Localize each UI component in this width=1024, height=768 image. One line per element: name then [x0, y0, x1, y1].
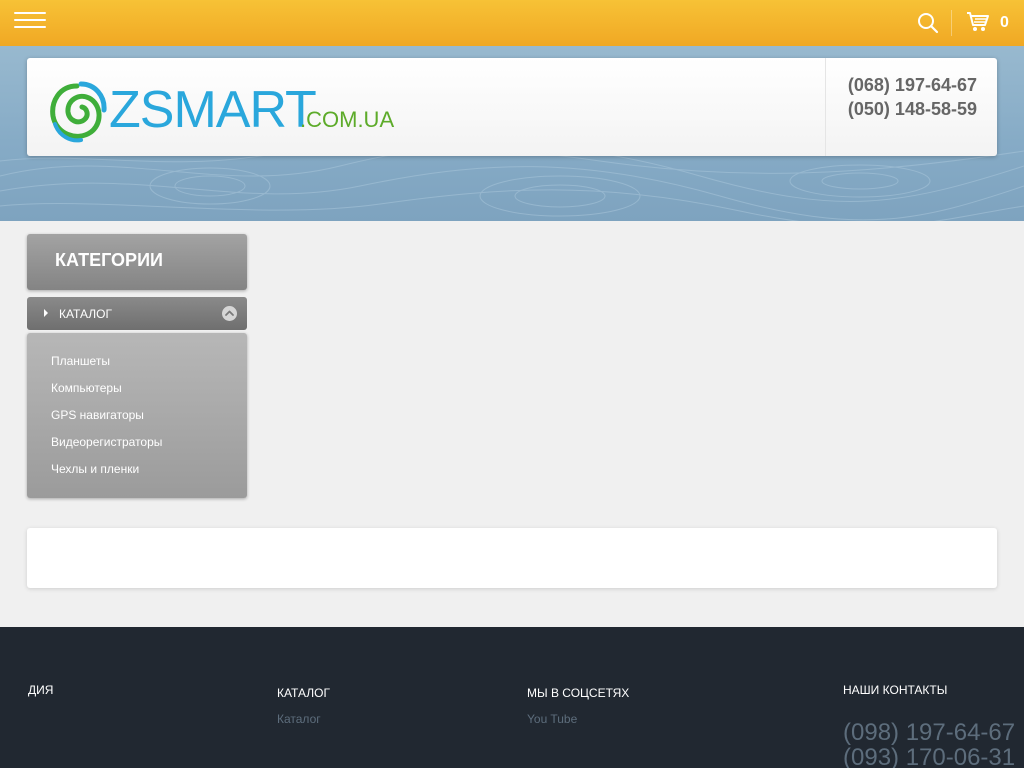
catalog-label: КАТАЛОГ — [59, 307, 112, 321]
footer-heading-contacts: НАШИ КОНТАКТЫ — [843, 683, 948, 697]
submenu-item-gps[interactable]: GPS навигаторы — [51, 408, 144, 422]
hamburger-menu-icon[interactable] — [14, 12, 46, 34]
footer: ДИЯ КАТАЛОГ Каталог МЫ В СОЦСЕТЯХ You Tu… — [0, 627, 1024, 768]
logo-domain: .COM.UA — [300, 107, 395, 132]
submenu-item-tablets[interactable]: Планшеты — [51, 354, 110, 368]
top-bar: 0 — [0, 0, 1024, 46]
footer-link-youtube[interactable]: You Tube — [527, 712, 577, 726]
footer-heading-info: ДИЯ — [28, 683, 54, 697]
submenu-item-dashcams[interactable]: Видеорегистраторы — [51, 435, 162, 449]
submenu-item-cases[interactable]: Чехлы и пленки — [51, 462, 139, 476]
caret-right-icon — [44, 309, 48, 317]
cart-icon — [966, 12, 990, 37]
cart-button[interactable]: 0 — [966, 11, 1024, 35]
top-bar-divider — [951, 10, 952, 36]
footer-heading-social: МЫ В СОЦСЕТЯХ — [527, 686, 630, 700]
search-icon[interactable] — [916, 11, 940, 35]
header-card: ZSMART .COM.UA (068) 197-64-67 (050) 148… — [27, 58, 997, 156]
logo-wordmark: ZSMART — [109, 81, 317, 139]
header-phone-1[interactable]: (068) 197-64-67 — [848, 75, 977, 96]
footer-phone-1[interactable]: (098) 197-64-67 — [843, 719, 1015, 747]
site-logo[interactable]: ZSMART .COM.UA — [47, 76, 394, 148]
cart-count: 0 — [1000, 14, 1009, 31]
content-card — [27, 528, 997, 588]
catalog-toggle[interactable]: КАТАЛОГ — [27, 297, 247, 330]
header-phones: (068) 197-64-67 (050) 148-58-59 — [825, 58, 997, 156]
spiral-logo-icon — [50, 81, 107, 143]
catalog-submenu: Планшеты Компьютеры GPS навигаторы Видео… — [27, 333, 247, 498]
chevron-up-icon[interactable] — [222, 306, 237, 321]
submenu-item-computers[interactable]: Компьютеры — [51, 381, 122, 395]
footer-heading-catalog: КАТАЛОГ — [277, 686, 330, 700]
header-phone-2[interactable]: (050) 148-58-59 — [848, 99, 977, 120]
categories-title: КАТЕГОРИИ — [27, 234, 247, 290]
footer-phone-2[interactable]: (093) 170-06-31 — [843, 744, 1015, 768]
footer-link-catalog[interactable]: Каталог — [277, 712, 321, 726]
